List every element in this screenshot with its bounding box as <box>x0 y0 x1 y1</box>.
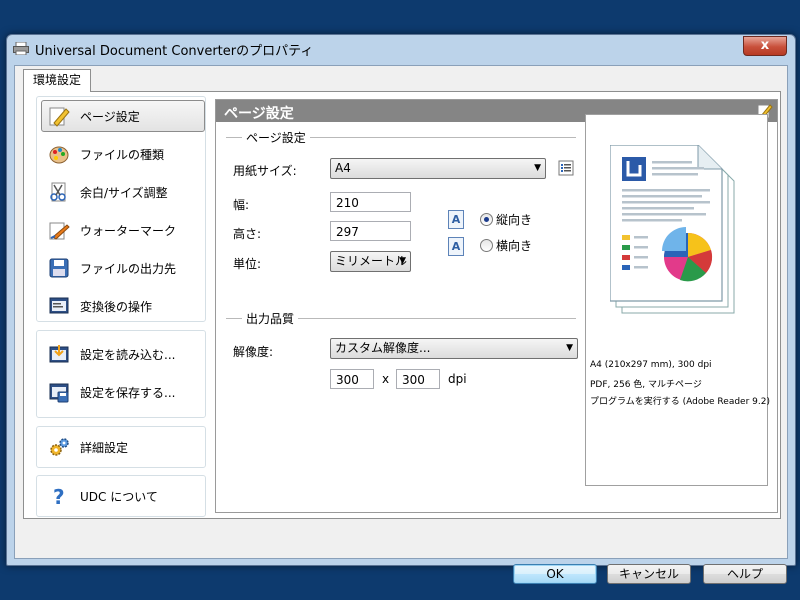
portrait-radio[interactable] <box>480 213 493 226</box>
sidebar-item-label: 設定を読み込む... <box>80 347 176 362</box>
preview-info-format: PDF, 256 色, マルチページ <box>590 380 702 390</box>
sidebar-item-margins[interactable]: 余白/サイズ調整 <box>41 176 205 208</box>
dpi-y-input[interactable]: 300 <box>396 369 440 389</box>
sidebar-item-save-settings[interactable]: 設定を保存する... <box>41 376 205 408</box>
resolution-value: カスタム解像度... <box>335 341 431 355</box>
sidebar-item-label: ページ設定 <box>80 109 140 124</box>
dpi-unit-label: dpi <box>448 372 467 386</box>
svg-text:?: ? <box>53 485 65 507</box>
landscape-label[interactable]: 横向き <box>496 237 532 254</box>
sidebar-item-label: ウォーターマーク <box>80 223 177 238</box>
cancel-button[interactable]: キャンセル <box>607 564 691 584</box>
paper-size-value: A4 <box>335 161 351 175</box>
load-settings-icon <box>49 345 69 363</box>
preview-pane: A4 (210x297 mm), 300 dpi PDF, 256 色, マルチ… <box>585 114 770 486</box>
portrait-label[interactable]: 縦向き <box>496 211 532 228</box>
ok-button[interactable]: OK <box>513 564 597 584</box>
landscape-page-icon: A <box>448 237 464 256</box>
title-bar[interactable]: Universal Document Converterのプロパティ x <box>7 35 795 61</box>
document-preview-icon <box>610 145 735 314</box>
landscape-radio[interactable] <box>480 239 493 252</box>
printer-icon <box>13 42 29 55</box>
palette-icon <box>49 146 69 164</box>
floppy-disk-icon <box>49 258 69 278</box>
page-setup-panel: ページ設定 ページ設定 用紙サイズ: A4 ▼ 幅: 210 高さ: 297 単… <box>215 99 778 513</box>
help-question-icon: ? <box>53 485 65 507</box>
resolution-label: 解像度: <box>233 345 274 359</box>
sidebar-item-advanced-settings[interactable]: 詳細設定 <box>41 431 205 463</box>
preview-info-action: プログラムを実行する (Adobe Reader 9.2) <box>590 397 770 407</box>
help-button[interactable]: ヘルプ <box>703 564 787 584</box>
gears-icon <box>50 438 69 456</box>
nav-group-about: ? UDC について <box>36 475 206 517</box>
sidebar-item-about[interactable]: ? UDC について <box>41 480 205 512</box>
unit-value: ミリメートル <box>335 254 408 268</box>
sidebar-item-after-conversion[interactable]: 変換後の操作 <box>41 290 205 322</box>
nav-group-settings: ページ設定 ファイルの種類 余白/サイズ調整 ウォーターマーク ファイルの出力先… <box>36 96 206 322</box>
tab-panel: ページ設定 ファイルの種類 余白/サイズ調整 ウォーターマーク ファイルの出力先… <box>23 91 781 519</box>
panel-title: ページ設定 <box>224 106 294 122</box>
nav-group-profiles: 設定を読み込む... 設定を保存する... <box>36 330 206 418</box>
sidebar-item-page-setup[interactable]: ページ設定 <box>41 100 205 132</box>
chevron-down-icon: ▼ <box>534 163 541 173</box>
tab-preferences[interactable]: 環境設定 <box>23 69 91 92</box>
window-title: Universal Document Converterのプロパティ <box>35 44 314 59</box>
close-button[interactable]: x <box>743 36 787 56</box>
height-input[interactable]: 297 <box>330 221 411 241</box>
unit-label: 単位: <box>233 257 262 271</box>
pencil-page-icon <box>49 107 70 127</box>
watermark-brush-icon <box>49 222 70 240</box>
sidebar-item-label: ファイルの種類 <box>80 147 165 162</box>
chevron-down-icon: ▼ <box>399 256 406 266</box>
dialog-client: 環境設定 ページ設定 ファイルの種類 余白/サイズ調整 ウォーターマーク ファイ… <box>14 65 788 584</box>
sidebar-item-file-type[interactable]: ファイルの種類 <box>41 138 205 170</box>
sidebar-item-load-settings[interactable]: 設定を読み込む... <box>41 338 205 370</box>
sidebar-item-label: 設定を保存する... <box>80 385 176 400</box>
portrait-page-icon: A <box>448 210 464 229</box>
sidebar-item-label: 詳細設定 <box>80 440 129 455</box>
scissors-icon <box>50 182 66 202</box>
save-settings-icon <box>49 383 69 403</box>
width-label: 幅: <box>233 198 250 212</box>
properties-window: Universal Document Converterのプロパティ x 環境設… <box>6 34 796 584</box>
chevron-down-icon: ▼ <box>566 343 573 353</box>
nav-group-advanced: 詳細設定 <box>36 426 206 468</box>
sidebar-item-output-folder[interactable]: ファイルの出力先 <box>41 252 205 284</box>
unit-select[interactable]: ミリメートル ▼ <box>330 251 411 272</box>
sidebar-item-label: ファイルの出力先 <box>80 261 177 276</box>
paper-size-label: 用紙サイズ: <box>233 164 297 178</box>
preview-info-paper: A4 (210x297 mm), 300 dpi <box>590 360 712 370</box>
monitor-window-icon <box>49 297 69 314</box>
paper-size-select[interactable]: A4 ▼ <box>330 158 546 179</box>
sidebar-item-label: 余白/サイズ調整 <box>80 185 168 200</box>
dpi-x-input[interactable]: 300 <box>330 369 374 389</box>
quality-section-label: 出力品質 <box>242 310 299 327</box>
resolution-select[interactable]: カスタム解像度... ▼ <box>330 338 578 359</box>
width-input[interactable]: 210 <box>330 192 411 212</box>
paper-list-icon[interactable] <box>558 160 574 176</box>
sidebar-item-label: UDC について <box>80 489 158 504</box>
height-label: 高さ: <box>233 227 262 241</box>
dpi-separator: x <box>382 372 390 386</box>
sidebar-item-label: 変換後の操作 <box>80 299 153 314</box>
sidebar-item-watermark[interactable]: ウォーターマーク <box>41 214 205 246</box>
page-section-label: ページ設定 <box>242 129 310 146</box>
